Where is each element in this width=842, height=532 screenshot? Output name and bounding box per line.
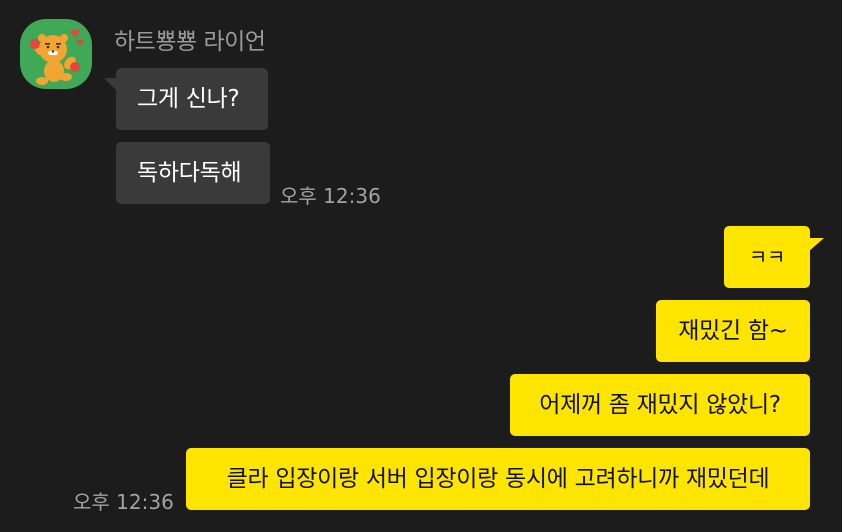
- message-time: 오후 12:36: [73, 490, 174, 514]
- avatar[interactable]: [20, 19, 92, 89]
- outgoing-message[interactable]: 어제꺼 좀 재밌지 않았니?: [510, 374, 810, 436]
- incoming-message[interactable]: 독하다독해: [116, 142, 270, 204]
- lion-character-icon: [30, 29, 84, 85]
- outgoing-message[interactable]: 클라 입장이랑 서버 입장이랑 동시에 고려하니까 재밌던데: [186, 448, 810, 510]
- outgoing-message[interactable]: ㅋㅋ: [724, 226, 810, 288]
- sender-name: 하트뿅뿅 라이언: [114, 29, 266, 55]
- message-time: 오후 12:36: [280, 184, 381, 208]
- chat-room: 하트뿅뿅 라이언 그게 신나? 독하다독해 오후 12:36 ㅋㅋ 재밌긴 함~…: [0, 0, 842, 532]
- bubble-tail-outgoing: [808, 238, 824, 252]
- incoming-message[interactable]: 그게 신나?: [116, 68, 268, 130]
- outgoing-message[interactable]: 재밌긴 함~: [656, 300, 810, 362]
